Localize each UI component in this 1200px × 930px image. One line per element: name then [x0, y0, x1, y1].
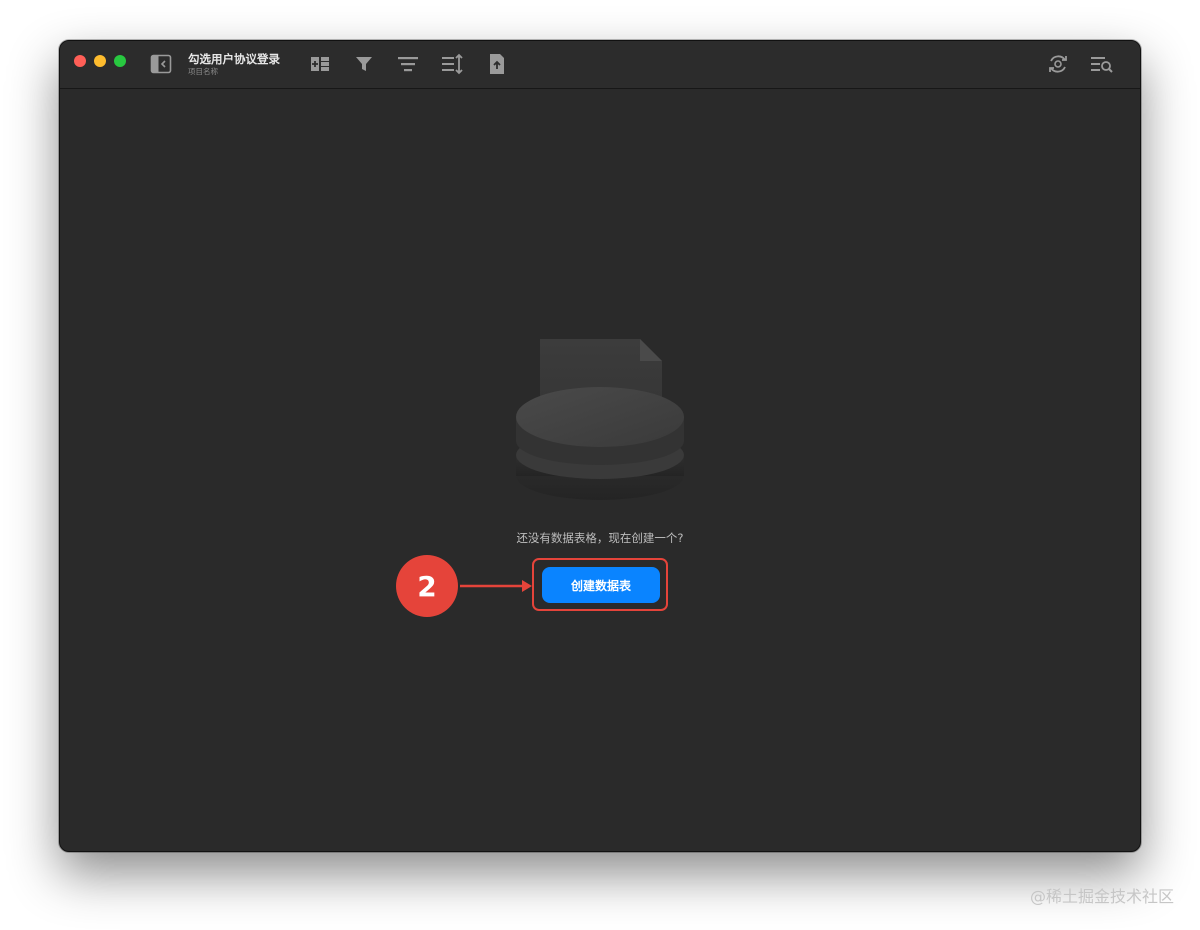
empty-database-illustration [510, 333, 690, 508]
close-window-button[interactable] [74, 55, 86, 67]
window-title-block: 勾选用户协议登录 项目名称 [188, 52, 280, 77]
search-list-icon[interactable] [1090, 52, 1114, 76]
sort-icon[interactable] [441, 52, 465, 76]
filter-icon[interactable] [352, 52, 376, 76]
app-window: 勾选用户协议登录 项目名称 还没有数据表格，现在创建一个? 创建数据表 [59, 40, 1141, 852]
minimize-window-button[interactable] [94, 55, 106, 67]
window-title: 勾选用户协议登录 [188, 52, 280, 66]
watermark: @稀土掘金技术社区 [1029, 887, 1174, 906]
empty-state-message: 还没有数据表格，现在创建一个? [516, 531, 684, 545]
zoom-window-button[interactable] [114, 55, 126, 67]
group-icon[interactable] [396, 52, 420, 76]
titlebar: 勾选用户协议登录 项目名称 [60, 41, 1140, 89]
annotation-arrow-icon [460, 580, 532, 592]
annotation-highlight-box [532, 558, 668, 611]
window-subtitle: 项目名称 [188, 67, 218, 76]
refresh-icon[interactable] [1046, 52, 1070, 76]
export-icon[interactable] [485, 52, 509, 76]
annotation-step-badge: 2 [396, 555, 458, 617]
add-field-icon[interactable] [308, 52, 332, 76]
sidebar-toggle-icon[interactable] [149, 52, 173, 76]
